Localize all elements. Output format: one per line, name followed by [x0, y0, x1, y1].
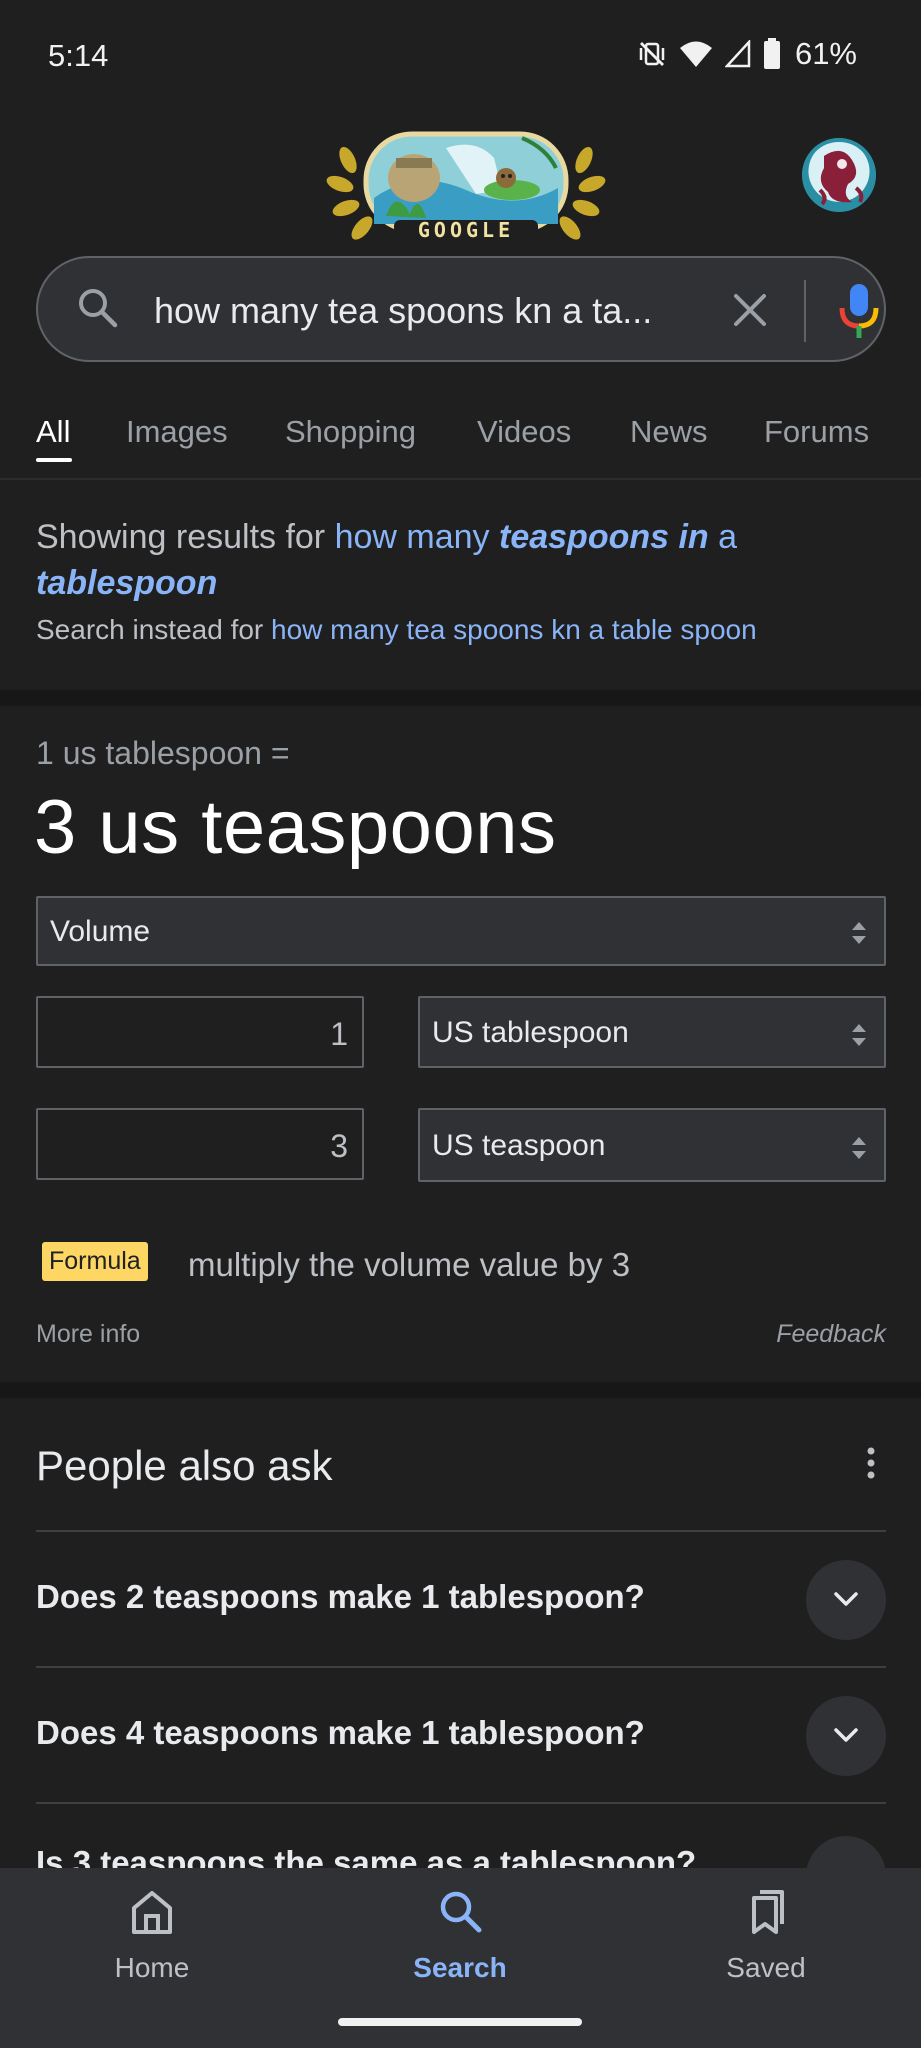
- nav-search[interactable]: Search: [380, 1888, 540, 1984]
- feedback-link[interactable]: Feedback: [776, 1320, 886, 1349]
- account-avatar[interactable]: [802, 138, 876, 212]
- people-also-ask-title: People also ask: [36, 1442, 333, 1489]
- conversion-equation: 1 us tablespoon =: [36, 735, 290, 771]
- nav-home-label: Home: [114, 1952, 190, 1983]
- category-select[interactable]: Volume: [36, 896, 886, 966]
- expand-button[interactable]: [806, 1560, 886, 1640]
- paa-question: Does 4 teaspoons make 1 tablespoon?: [36, 1714, 645, 1751]
- showing-results-prefix: Showing results for: [36, 518, 335, 556]
- status-time: 5:14: [48, 38, 109, 73]
- select-arrows-icon: [850, 1133, 868, 1168]
- nav-saved[interactable]: Saved: [686, 1888, 846, 1984]
- nav-home[interactable]: Home: [72, 1888, 232, 1984]
- to-value-input[interactable]: 3: [36, 1108, 364, 1180]
- tab-active-indicator: [36, 458, 72, 462]
- conversion-result: 3 us teaspoons: [34, 785, 557, 870]
- search-icon: [380, 1888, 540, 1936]
- from-value-input[interactable]: 1: [36, 996, 364, 1068]
- search-query-text[interactable]: how many tea spoons kn a ta...: [154, 290, 652, 332]
- tab-forums[interactable]: Forums: [764, 414, 869, 450]
- vibrate-off-icon: [637, 39, 667, 69]
- formula-text: multiply the volume value by 3: [188, 1246, 631, 1283]
- paa-question-row[interactable]: Does 4 teaspoons make 1 tablespoon?: [36, 1666, 886, 1802]
- nav-search-label: Search: [413, 1952, 507, 1983]
- google-doodle[interactable]: GOOGLE: [326, 128, 606, 246]
- gesture-home-indicator[interactable]: [338, 2018, 582, 2026]
- home-icon: [72, 1888, 232, 1936]
- spelling-correction: Showing results for how many teaspoons i…: [36, 514, 886, 606]
- tab-news[interactable]: News: [630, 414, 708, 450]
- from-unit-select[interactable]: US tablespoon: [418, 996, 886, 1068]
- cell-signal-icon: [724, 40, 751, 68]
- clear-search-icon[interactable]: [728, 288, 772, 337]
- search-tabs: All Images Shopping Videos News Forums: [0, 400, 921, 480]
- category-select-value: Volume: [50, 915, 151, 948]
- section-separator: [0, 1382, 921, 1398]
- tab-videos[interactable]: Videos: [477, 414, 571, 450]
- tabs-divider: [0, 478, 921, 480]
- from-unit-value: US tablespoon: [432, 1016, 629, 1049]
- more-options-icon[interactable]: [866, 1446, 876, 1485]
- tab-all[interactable]: All: [36, 414, 70, 450]
- more-info-link[interactable]: More info: [36, 1320, 140, 1349]
- showing-results-line: Showing results for how many teaspoons i…: [36, 514, 886, 606]
- voice-search-mic-icon[interactable]: [838, 282, 880, 345]
- section-separator: [0, 690, 921, 706]
- tab-shopping[interactable]: Shopping: [285, 414, 416, 450]
- to-value: 3: [330, 1128, 348, 1164]
- doodle-wordmark: GOOGLE: [417, 218, 515, 242]
- battery-icon: [763, 38, 781, 70]
- to-unit-select[interactable]: US teaspoon: [418, 1108, 886, 1182]
- saved-icon: [686, 1888, 846, 1936]
- battery-percentage: 61%: [794, 36, 857, 71]
- bottom-navigation: Home Search Saved: [0, 1868, 921, 2048]
- tab-images[interactable]: Images: [126, 414, 228, 450]
- google-search-results-page: 5:14 61% GOOGLE how many tea spoons kn a…: [0, 0, 921, 2048]
- search-icon: [76, 286, 120, 335]
- search-box-divider: [804, 280, 806, 342]
- select-arrows-icon: [850, 1020, 868, 1055]
- from-value: 1: [330, 1016, 348, 1052]
- nav-saved-label: Saved: [726, 1952, 806, 1983]
- status-icons: 61%: [637, 36, 857, 72]
- paa-question: Does 2 teaspoons make 1 tablespoon?: [36, 1578, 645, 1615]
- wifi-icon: [679, 39, 713, 69]
- expand-button[interactable]: [806, 1696, 886, 1776]
- search-box[interactable]: how many tea spoons kn a ta...: [36, 256, 886, 362]
- original-query-link[interactable]: how many tea spoons kn a table spoon: [271, 614, 757, 645]
- formula-badge: Formula: [42, 1242, 148, 1281]
- search-instead-prefix: Search instead for: [36, 614, 272, 645]
- paa-question-row[interactable]: Does 2 teaspoons make 1 tablespoon?: [36, 1530, 886, 1666]
- to-unit-value: US teaspoon: [432, 1129, 606, 1162]
- status-bar: 5:14 61%: [0, 0, 921, 112]
- select-arrows-icon: [850, 918, 868, 953]
- search-instead-line: Search instead for how many tea spoons k…: [36, 614, 757, 646]
